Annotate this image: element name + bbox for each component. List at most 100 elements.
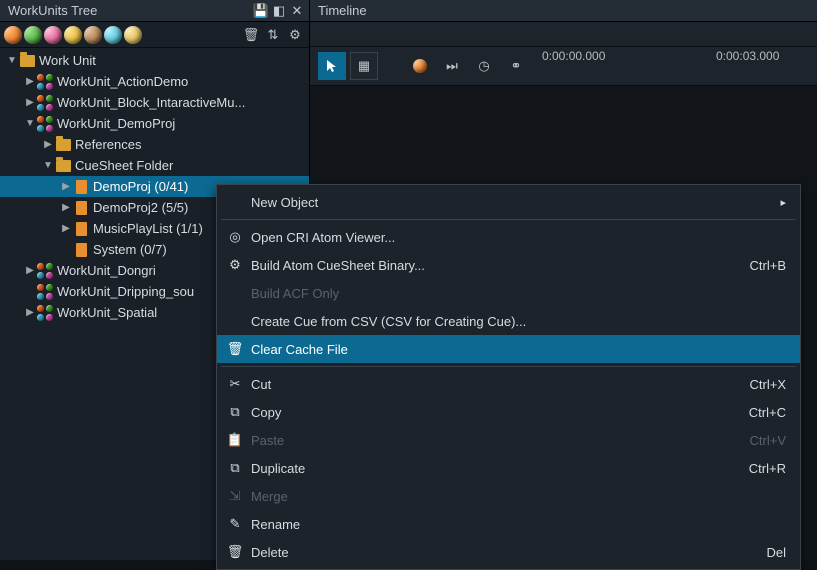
pointer-tool-button[interactable] <box>318 52 346 80</box>
menu-item-icon: ✎ <box>225 516 245 532</box>
cuesheet-icon <box>72 221 90 237</box>
filter-ball-orange[interactable] <box>4 26 22 44</box>
workunit-icon <box>36 263 54 279</box>
chevron-right-icon[interactable]: ▶ <box>24 76 36 87</box>
tree-item-label: Work Unit <box>39 53 96 68</box>
clock-icon[interactable]: ◷ <box>470 52 498 80</box>
tree-row[interactable]: ▶ References <box>0 134 309 155</box>
pin-icon[interactable]: ◧ <box>271 3 287 19</box>
menu-item-icon: 🗑 <box>225 544 245 560</box>
menu-item-label: Rename <box>251 517 786 532</box>
menu-item-icon: 📋 <box>225 432 245 448</box>
chevron-down-icon[interactable]: ▼ <box>24 118 36 129</box>
menu-item-label: Clear Cache File <box>251 342 786 357</box>
menu-item[interactable]: Create Cue from CSV (CSV for Creating Cu… <box>217 307 800 335</box>
tree-row[interactable]: ▼ Work Unit <box>0 50 309 71</box>
menu-item[interactable]: ⧉CopyCtrl+C <box>217 398 800 426</box>
menu-item-shortcut: Ctrl+R <box>749 461 786 476</box>
filter-ball-gold[interactable] <box>124 26 142 44</box>
menu-item-icon: ⧉ <box>225 404 245 420</box>
tree-item-label: WorkUnit_ActionDemo <box>57 74 188 89</box>
tree-item-label: DemoProj2 (5/5) <box>93 200 188 215</box>
menu-item[interactable]: 🗑DeleteDel <box>217 538 800 566</box>
cuesheet-icon <box>72 179 90 195</box>
menu-item[interactable]: ✂CutCtrl+X <box>217 370 800 398</box>
tree-item-label: WorkUnit_Block_IntaractiveMu... <box>57 95 245 110</box>
menu-item-label: Cut <box>251 377 750 392</box>
tree-row[interactable]: ▼ CueSheet Folder <box>0 155 309 176</box>
folder-icon <box>54 137 72 153</box>
menu-item-shortcut: Ctrl+V <box>750 433 786 448</box>
filter-ball-yellow[interactable] <box>64 26 82 44</box>
skip-icon[interactable]: ⏭ <box>438 52 466 80</box>
tree-row[interactable]: ▶ WorkUnit_Block_IntaractiveMu... <box>0 92 309 113</box>
filter-ball-pink[interactable] <box>44 26 62 44</box>
menu-item: ⇲ Merge <box>217 482 800 510</box>
workunit-icon <box>36 284 54 300</box>
timeline-toolbar: ▦ ⏭ ◷ ⚭ <box>310 47 538 85</box>
menu-item-label: Build Atom CueSheet Binary... <box>251 258 750 273</box>
menu-item-shortcut: Ctrl+B <box>750 258 786 273</box>
tree-row[interactable]: ▼WorkUnit_DemoProj <box>0 113 309 134</box>
chevron-right-icon[interactable]: ▶ <box>24 307 36 318</box>
save-icon[interactable]: 💾 <box>253 3 269 19</box>
menu-item-shortcut: Ctrl+X <box>750 377 786 392</box>
menu-item-label: New Object <box>251 195 780 210</box>
menu-item-label: Delete <box>251 545 766 560</box>
record-icon[interactable] <box>406 52 434 80</box>
workunit-icon <box>36 305 54 321</box>
menu-item-label: Create Cue from CSV (CSV for Creating Cu… <box>251 314 786 329</box>
tree-row[interactable]: ▶ WorkUnit_ActionDemo <box>0 71 309 92</box>
chevron-right-icon[interactable]: ▶ <box>60 223 72 234</box>
tree-item-label: CueSheet Folder <box>75 158 173 173</box>
gear-icon[interactable]: ⚙ <box>285 25 305 45</box>
panel-header: WorkUnits Tree 💾 ◧ ✕ <box>0 0 309 22</box>
sort-icon[interactable]: ⇅ <box>263 25 283 45</box>
tree-item-label: WorkUnit_Spatial <box>57 305 157 320</box>
menu-item-label: Build ACF Only <box>251 286 786 301</box>
chevron-right-icon[interactable]: ▶ <box>42 139 54 150</box>
menu-item[interactable]: 🗑Clear Cache File <box>217 335 800 363</box>
chevron-right-icon[interactable]: ▶ <box>60 181 72 192</box>
filter-ball-cyan[interactable] <box>104 26 122 44</box>
chevron-right-icon[interactable]: ▶ <box>60 202 72 213</box>
menu-item-label: Copy <box>251 405 749 420</box>
trash-icon[interactable]: 🗑 <box>241 25 261 45</box>
chevron-right-icon[interactable]: ▶ <box>24 97 36 108</box>
filter-ball-brown[interactable] <box>84 26 102 44</box>
chevron-down-icon[interactable]: ▼ <box>6 55 18 66</box>
cuesheet-icon <box>72 242 90 258</box>
menu-separator <box>221 366 796 367</box>
menu-item[interactable]: New Object <box>217 188 800 216</box>
menu-item-label: Paste <box>251 433 750 448</box>
folder-icon <box>18 53 36 69</box>
tree-item-label: DemoProj (0/41) <box>93 179 188 194</box>
tree-item-label: MusicPlayList (1/1) <box>93 221 203 236</box>
tree-item-label: References <box>75 137 141 152</box>
ruler-mid: 0:00:03.000 <box>716 49 779 63</box>
tree-item-label: WorkUnit_Dripping_sou <box>57 284 194 299</box>
filter-ball-green[interactable] <box>24 26 42 44</box>
folder-icon <box>54 158 72 174</box>
menu-item[interactable]: ◎Open CRI Atom Viewer... <box>217 223 800 251</box>
panel-title: Timeline <box>314 3 813 18</box>
link-icon[interactable]: ⚭ <box>502 52 530 80</box>
close-icon[interactable]: ✕ <box>289 3 305 19</box>
menu-item[interactable]: ⚙ Build Atom CueSheet Binary...Ctrl+B <box>217 251 800 279</box>
chevron-right-icon[interactable]: ▶ <box>24 265 36 276</box>
cuesheet-icon <box>72 200 90 216</box>
menu-item-label: Merge <box>251 489 786 504</box>
tree-item-label: System (0/7) <box>93 242 167 257</box>
menu-item-icon: ⚙ <box>225 257 245 273</box>
menu-item: 📋 PasteCtrl+V <box>217 426 800 454</box>
menu-item-icon: ⧉ <box>225 460 245 476</box>
menu-item[interactable]: ⧉DuplicateCtrl+R <box>217 454 800 482</box>
grid-tool-button[interactable]: ▦ <box>350 52 378 80</box>
toolbar: 🗑 ⇅ ⚙ <box>0 22 309 48</box>
menu-item[interactable]: ✎ Rename <box>217 510 800 538</box>
chevron-down-icon[interactable]: ▼ <box>42 160 54 171</box>
menu-separator <box>221 219 796 220</box>
menu-item-icon: ⇲ <box>225 488 245 504</box>
tree-item-label: WorkUnit_Dongri <box>57 263 156 278</box>
menu-item: Build ACF Only <box>217 279 800 307</box>
